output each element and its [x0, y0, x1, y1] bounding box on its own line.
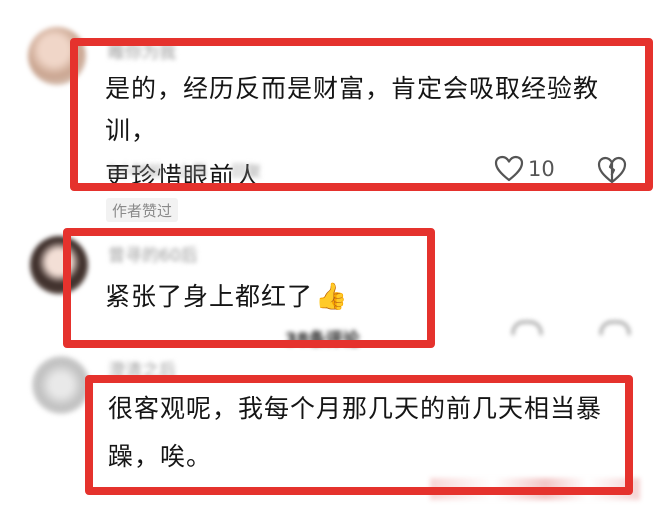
like-icon[interactable]	[512, 321, 542, 335]
dislike-icon[interactable]	[600, 321, 630, 335]
highlight-box	[70, 38, 653, 191]
highlight-box	[85, 375, 633, 495]
highlight-box	[63, 228, 435, 348]
avatar[interactable]	[32, 356, 90, 414]
author-liked-label: 作者赞过	[112, 201, 173, 220]
author-liked-badge: 作者赞过	[106, 198, 179, 222]
